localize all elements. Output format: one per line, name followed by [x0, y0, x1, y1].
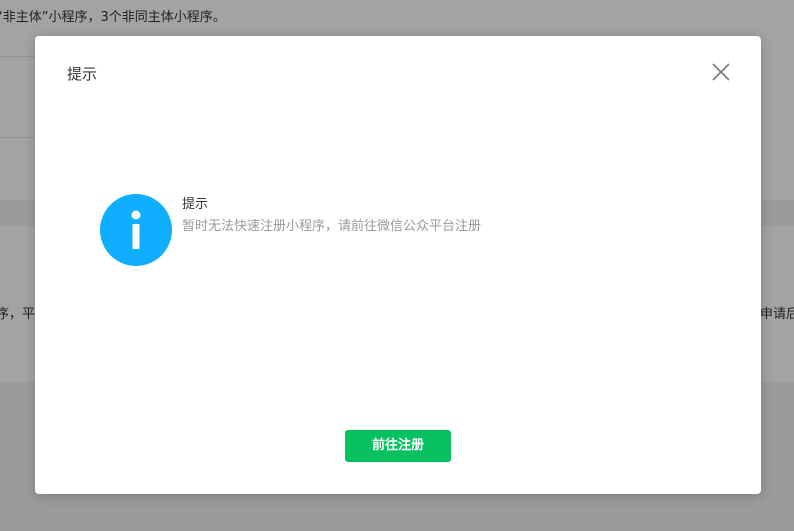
go-register-button[interactable]: 前往注册 — [345, 430, 451, 462]
dialog-title: 提示 — [67, 65, 98, 83]
dialog: 提示 提示 暂时无法快速注册小程序，请前往微信公众平台注册 前往注册 — [35, 36, 761, 494]
page: “非主体”小程序，3个非同主体小程序。 序，平 申请后 提示 提示 暂时无法快速… — [0, 0, 794, 531]
info-icon — [100, 194, 172, 266]
close-icon[interactable] — [709, 60, 733, 84]
message-description: 暂时无法快速注册小程序，请前往微信公众平台注册 — [182, 219, 482, 234]
message-title: 提示 — [182, 197, 209, 212]
